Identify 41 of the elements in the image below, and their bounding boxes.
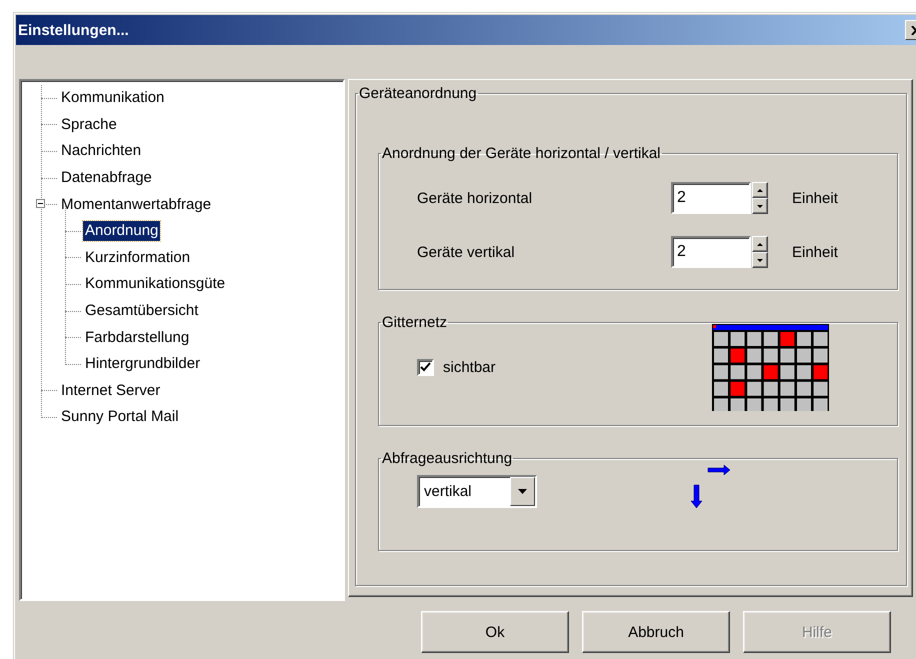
field-label: Geräte horizontal xyxy=(417,190,534,206)
unit-label: Einheit xyxy=(792,244,838,260)
dialog-button[interactable]: Ok xyxy=(421,611,569,653)
checkbox-label: sichtbar xyxy=(443,358,496,376)
tree-item[interactable]: Momentanwertabfrage xyxy=(59,194,214,215)
down-triangle-icon xyxy=(757,258,763,262)
window-title: Einstellungen... xyxy=(17,22,129,38)
group-title: Geräteanordnung xyxy=(358,85,478,102)
down-triangle-icon xyxy=(757,204,763,208)
tree-item[interactable]: Datenabfrage xyxy=(59,168,154,188)
tree-item[interactable]: Kurzinformation xyxy=(83,248,192,268)
spin-up-button[interactable] xyxy=(752,182,768,198)
group-title: Gitternetz xyxy=(381,314,448,331)
tree-item[interactable]: Kommunikation xyxy=(59,88,166,108)
number-field[interactable]: 2 xyxy=(671,236,751,268)
field-label: Geräte vertikal xyxy=(417,244,516,260)
orientation-dropdown[interactable]: vertikal xyxy=(417,474,537,508)
group-title: Anordnung der Geräte horizontal / vertikal xyxy=(381,145,662,162)
tree-item[interactable]: Gesamtübersicht xyxy=(83,301,200,322)
checkbox[interactable] xyxy=(417,358,434,376)
up-triangle-icon xyxy=(757,188,763,192)
collapse-icon[interactable] xyxy=(36,199,45,208)
tree-item[interactable]: Nachrichten xyxy=(59,141,144,162)
tree-item[interactable]: Kommunikationsgüte xyxy=(83,274,228,294)
tree-item[interactable]: Internet Server xyxy=(59,380,162,401)
tree-item[interactable]: Hintergrundbilder xyxy=(83,354,202,374)
spin-down-button[interactable] xyxy=(752,198,768,214)
up-triangle-icon xyxy=(757,242,763,246)
dropdown-button[interactable] xyxy=(510,476,535,506)
arrows-icon xyxy=(689,465,733,509)
group-title: Abfrageausrichtung xyxy=(381,450,514,467)
tree-item[interactable]: Anordnung xyxy=(83,221,160,242)
spin-down-button[interactable] xyxy=(752,252,768,268)
number-field[interactable]: 2 xyxy=(671,182,751,214)
tree-item[interactable]: Sunny Portal Mail xyxy=(59,407,181,428)
tree-item[interactable]: Farbdarstellung xyxy=(83,328,192,348)
dialog-button[interactable]: Abbruch xyxy=(582,611,730,653)
spin-up-button[interactable] xyxy=(752,236,768,252)
unit-label: Einheit xyxy=(792,190,838,206)
tree-item[interactable]: Sprache xyxy=(59,114,119,135)
caret-icon xyxy=(518,488,527,494)
